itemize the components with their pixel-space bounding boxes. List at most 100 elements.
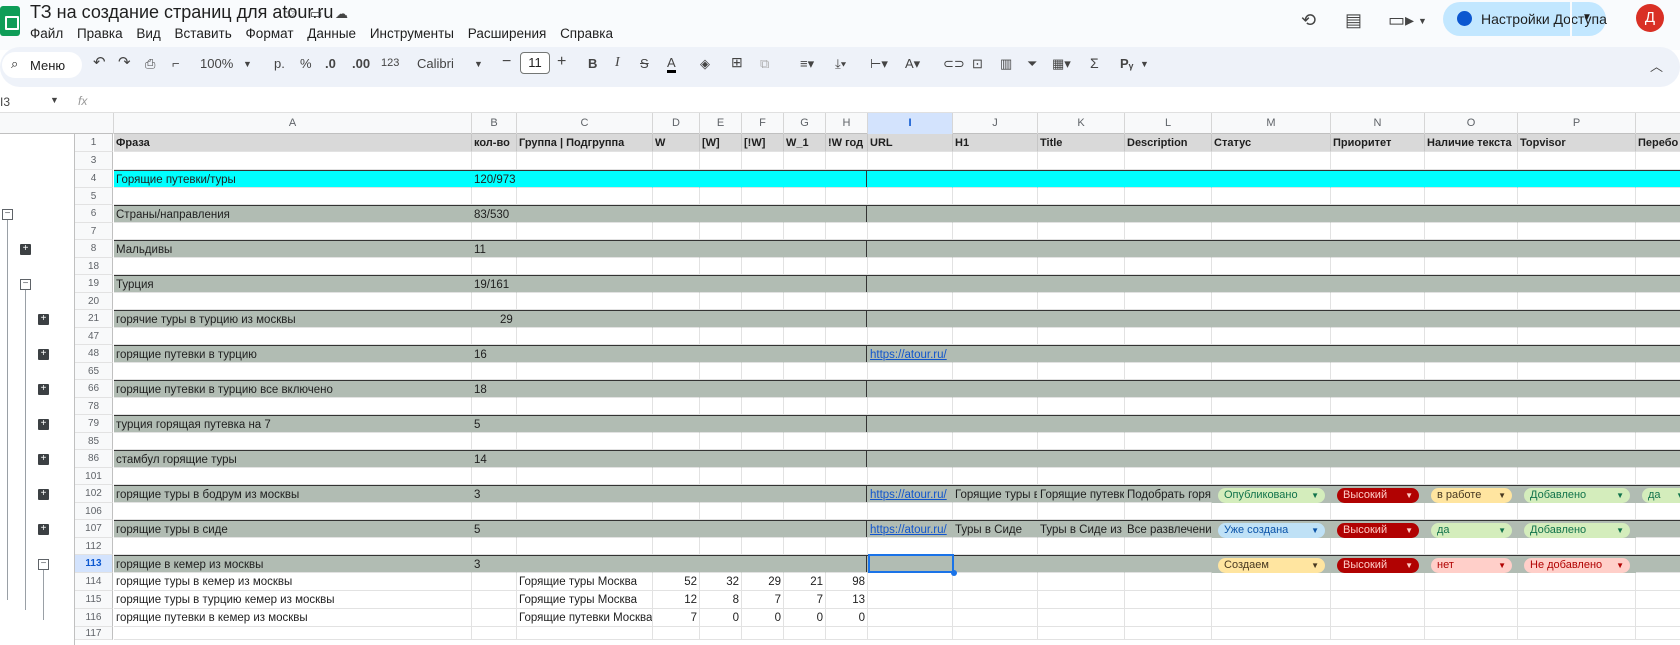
cell-M66[interactable] (1212, 381, 1331, 398)
header-cell-F[interactable]: [!W] (742, 134, 784, 152)
cell-H101[interactable] (826, 468, 868, 485)
header-cell-I[interactable]: URL (868, 134, 953, 152)
cell-J102[interactable]: Горящие туры в (953, 486, 1038, 503)
cell-G7[interactable] (784, 223, 826, 240)
cell-F116[interactable]: 0 (742, 609, 784, 627)
cell-78[interactable] (1636, 398, 1680, 415)
menu-edit[interactable]: Правка (77, 26, 123, 41)
cell-D117[interactable] (653, 627, 700, 640)
header-cell-J[interactable]: H1 (953, 134, 1038, 152)
cell-B106[interactable] (472, 503, 517, 520)
cell-K113[interactable] (1038, 556, 1125, 573)
row-header-18[interactable]: 18 (75, 258, 113, 275)
cell-D47[interactable] (653, 328, 700, 345)
cell-A102[interactable]: горящие туры в бодрум из москвы (114, 486, 472, 503)
cell-B3[interactable] (472, 152, 517, 170)
cell-H47[interactable] (826, 328, 868, 345)
cell-O5[interactable] (1425, 188, 1518, 205)
cell-P3[interactable] (1518, 152, 1636, 170)
cell-F20[interactable] (742, 293, 784, 310)
cell-C112[interactable] (517, 538, 653, 555)
collapse-toolbar-icon[interactable]: ︿ (1650, 56, 1663, 75)
cell-K20[interactable] (1038, 293, 1125, 310)
row-header-65[interactable]: 65 (75, 363, 113, 380)
cell-B116[interactable] (472, 609, 517, 627)
cell-J79[interactable] (953, 416, 1038, 433)
cell-I107[interactable]: https://atour.ru/ (868, 521, 953, 538)
cell-I85[interactable] (868, 433, 953, 450)
font-select[interactable]: Calibri (417, 56, 454, 71)
cell-A85[interactable] (114, 433, 472, 450)
cell-E101[interactable] (700, 468, 742, 485)
cell-D106[interactable] (653, 503, 700, 520)
header-cell-H[interactable]: !W год (826, 134, 868, 152)
cell-F113[interactable] (742, 556, 784, 573)
cell-66[interactable] (1636, 381, 1680, 398)
cell-H20[interactable] (826, 293, 868, 310)
cell-F3[interactable] (742, 152, 784, 170)
cell-K19[interactable] (1038, 276, 1125, 293)
cell-P86[interactable] (1518, 451, 1636, 468)
cell-K112[interactable] (1038, 538, 1125, 555)
cell-N20[interactable] (1331, 293, 1425, 310)
cell-M117[interactable] (1212, 627, 1331, 640)
header-cell-A[interactable]: Фраза (114, 134, 472, 152)
cell-G106[interactable] (784, 503, 826, 520)
cell-A106[interactable] (114, 503, 472, 520)
cell-I19[interactable] (868, 276, 953, 293)
cell-I102[interactable]: https://atour.ru/ (868, 486, 953, 503)
cell-7[interactable] (1636, 223, 1680, 240)
cell-G107[interactable] (784, 521, 826, 538)
cell-I6[interactable] (868, 206, 953, 223)
cell-8[interactable] (1636, 241, 1680, 258)
cell-C6[interactable] (517, 206, 653, 223)
cell-G66[interactable] (784, 381, 826, 398)
cell-I8[interactable] (868, 241, 953, 258)
cell-H8[interactable] (826, 241, 868, 258)
cell-G21[interactable] (784, 311, 826, 328)
cell-K106[interactable] (1038, 503, 1125, 520)
cell-E116[interactable]: 0 (700, 609, 742, 627)
cell-A18[interactable] (114, 258, 472, 275)
cell-O86[interactable] (1425, 451, 1518, 468)
cell-A107[interactable]: горящие туры в сиде (114, 521, 472, 538)
cell-H79[interactable] (826, 416, 868, 433)
cell-N18[interactable] (1331, 258, 1425, 275)
cell-E21[interactable] (700, 311, 742, 328)
version-history-icon[interactable]: ⟲ (1301, 10, 1316, 31)
insert-link-icon[interactable]: ⊂⊃ (943, 56, 965, 72)
cell-J116[interactable] (953, 609, 1038, 627)
group-expand-icon[interactable]: + (38, 384, 49, 395)
cell-K21[interactable] (1038, 311, 1125, 328)
cell-G8[interactable] (784, 241, 826, 258)
header-cell-L[interactable]: Description (1125, 134, 1212, 152)
cell-M18[interactable] (1212, 258, 1331, 275)
cell-L78[interactable] (1125, 398, 1212, 415)
filter-icon[interactable]: ⏷ (1027, 56, 1037, 72)
cell-G6[interactable] (784, 206, 826, 223)
cell-K117[interactable] (1038, 627, 1125, 640)
dropdown-chip[interactable]: Высокий ▼ (1337, 523, 1419, 538)
menu-view[interactable]: Вид (136, 26, 160, 41)
menu-insert[interactable]: Вставить (175, 26, 232, 41)
url-link[interactable]: https://atour.ru/ (870, 489, 947, 501)
cell-F5[interactable] (742, 188, 784, 205)
cell-C85[interactable] (517, 433, 653, 450)
row-header-115[interactable]: 115 (75, 591, 113, 609)
font-size-input[interactable]: 11 (520, 52, 550, 74)
cell-H19[interactable] (826, 276, 868, 293)
cell-C79[interactable] (517, 416, 653, 433)
cell-O19[interactable] (1425, 276, 1518, 293)
cell-B113[interactable]: 3 (472, 556, 517, 573)
cell-O21[interactable] (1425, 311, 1518, 328)
cell-O101[interactable] (1425, 468, 1518, 485)
cell-B86[interactable]: 14 (472, 451, 517, 468)
cell-F48[interactable] (742, 346, 784, 363)
cell-L112[interactable] (1125, 538, 1212, 555)
cell-D8[interactable] (653, 241, 700, 258)
cell-C106[interactable] (517, 503, 653, 520)
group-collapse-icon[interactable]: − (2, 209, 13, 220)
cell-F114[interactable]: 29 (742, 573, 784, 591)
menu-format[interactable]: Формат (246, 26, 294, 41)
cell-A3[interactable] (114, 152, 472, 170)
